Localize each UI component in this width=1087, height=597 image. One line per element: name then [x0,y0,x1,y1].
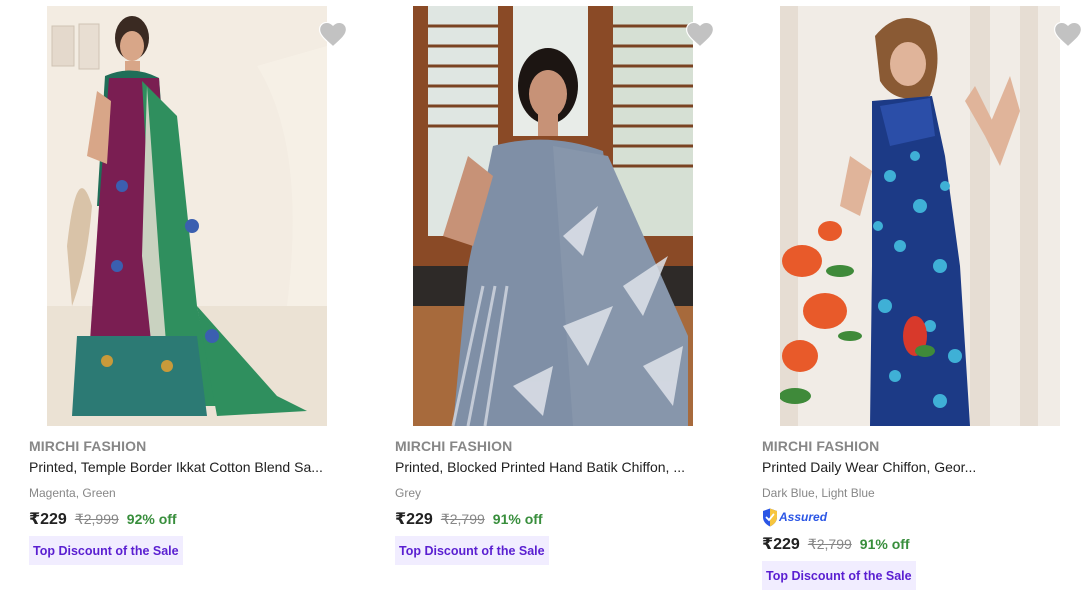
product-image[interactable] [413,6,693,426]
selling-price: ₹229 [762,536,800,553]
assured-badge: Assured [762,507,827,527]
product-color: Grey [395,486,422,500]
product-title[interactable]: Printed Daily Wear Chiffon, Geor... [762,459,1087,475]
selling-price: ₹229 [395,511,433,528]
product-brand: MIRCHI FASHION [395,438,513,454]
discount-tag: Top Discount of the Sale [762,561,916,590]
discount-percent: 92% off [126,511,177,527]
wishlist-heart-icon[interactable] [319,22,347,48]
assured-shield-icon [763,508,777,526]
product-card[interactable]: MIRCHI FASHION Printed, Temple Border Ik… [29,0,374,597]
price-row: ₹229 ₹2,799 91% off [395,509,543,529]
discount-tag: Top Discount of the Sale [395,536,549,565]
discount-tag: Top Discount of the Sale [29,536,183,565]
discount-percent: 91% off [492,511,543,527]
product-brand: MIRCHI FASHION [29,438,147,454]
original-price: ₹2,799 [440,511,485,527]
original-price: ₹2,999 [74,511,119,527]
assured-text: Assured [779,510,828,524]
price-row: ₹229 ₹2,799 91% off [762,534,910,554]
wishlist-heart-icon[interactable] [1054,22,1082,48]
wishlist-heart-icon[interactable] [686,22,714,48]
product-card[interactable]: MIRCHI FASHION Printed, Blocked Printed … [395,0,740,597]
product-brand: MIRCHI FASHION [762,438,880,454]
product-image[interactable] [780,6,1060,426]
product-image[interactable] [47,6,327,426]
product-card[interactable]: MIRCHI FASHION Printed Daily Wear Chiffo… [762,0,1087,597]
product-title[interactable]: Printed, Blocked Printed Hand Batik Chif… [395,459,725,475]
product-color: Dark Blue, Light Blue [762,486,875,500]
discount-percent: 91% off [859,536,910,552]
original-price: ₹2,799 [807,536,852,552]
price-row: ₹229 ₹2,999 92% off [29,509,177,529]
product-color: Magenta, Green [29,486,116,500]
product-title[interactable]: Printed, Temple Border Ikkat Cotton Blen… [29,459,359,475]
selling-price: ₹229 [29,511,67,528]
